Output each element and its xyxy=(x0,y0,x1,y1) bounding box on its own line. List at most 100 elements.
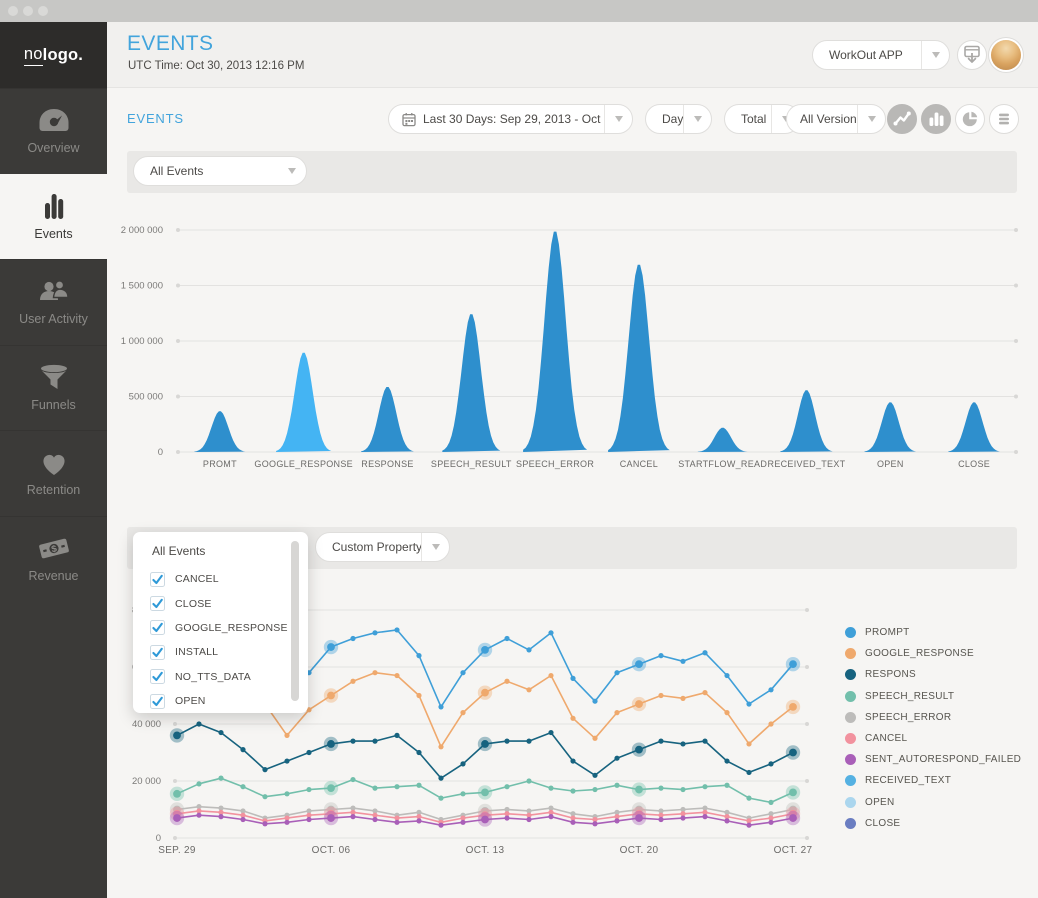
versions-dropdown[interactable]: All Versions xyxy=(786,104,886,134)
trend-line-icon xyxy=(888,105,916,133)
event-option-google_response[interactable]: GOOGLE_RESPONSE xyxy=(133,616,308,640)
export-button[interactable] xyxy=(957,40,987,70)
svg-text:CLOSE: CLOSE xyxy=(958,459,990,469)
chevron-down-icon xyxy=(694,116,702,122)
legend-label: GOOGLE_RESPONSE xyxy=(865,648,974,659)
legend-label: OPEN xyxy=(865,797,895,808)
svg-text:40 000: 40 000 xyxy=(132,719,161,730)
funnel-icon xyxy=(34,364,74,391)
app-window: nologo. Overview EventsUser Activity Funne… xyxy=(0,0,1038,898)
sidebar-item-funnels[interactable]: Funnels xyxy=(0,345,107,431)
calendar-icon xyxy=(402,112,416,127)
page-title: EVENTS xyxy=(127,32,213,56)
checkmark-icon xyxy=(151,695,164,708)
svg-text:2 000 000: 2 000 000 xyxy=(121,225,163,236)
legend-label: RESPONS xyxy=(865,669,916,680)
legend-item-speech_error: SPEECH_ERROR xyxy=(845,707,1035,728)
chevron-down-icon xyxy=(432,544,440,550)
event-option-label: CANCEL xyxy=(175,573,219,585)
sidebar-item-label: Overview xyxy=(27,141,79,155)
window-dot-icon[interactable] xyxy=(23,6,33,16)
granularity-arrow[interactable] xyxy=(683,105,711,133)
view-trend-line-button[interactable] xyxy=(887,104,917,134)
custom-property-arrow[interactable] xyxy=(421,533,449,561)
granularity-dropdown[interactable]: Day xyxy=(645,104,712,134)
custom-property-dropdown[interactable]: Custom Property xyxy=(315,532,450,562)
svg-text:SPEECH_RESULT: SPEECH_RESULT xyxy=(431,459,512,469)
legend-item-prompt: PROMPT xyxy=(845,622,1035,643)
logo-text-bold: logo. xyxy=(43,46,83,65)
sidebar-item-events[interactable]: Events xyxy=(0,174,107,260)
legend-label: PROMPT xyxy=(865,627,910,638)
events-option-list: CANCEL CLOSE GOOGLE_RESPONSE INSTALL NO_TTS_… xyxy=(133,567,308,713)
view-bars-button[interactable] xyxy=(921,104,951,134)
view-list-button[interactable] xyxy=(989,104,1019,134)
legend-item-received_text: RECEIVED_TEXT xyxy=(845,770,1035,791)
event-option-label: OPEN xyxy=(175,695,206,707)
event-option-label: CLOSE xyxy=(175,598,212,610)
date-range-arrow[interactable] xyxy=(604,105,632,133)
legend-item-sent_autorespond_failed: SENT_AUTORESPOND_FAILED xyxy=(845,749,1035,770)
legend-dot-icon xyxy=(845,648,856,659)
svg-text:GOOGLE_RESPONSE: GOOGLE_RESPONSE xyxy=(254,459,353,469)
pie-icon xyxy=(956,105,984,133)
legend-item-close: CLOSE xyxy=(845,813,1035,834)
svg-text:1 000 000: 1 000 000 xyxy=(121,336,163,347)
checkmark-icon xyxy=(151,646,164,659)
sidebar-item-retention[interactable]: Retention xyxy=(0,430,107,516)
versions-arrow[interactable] xyxy=(857,105,885,133)
legend-dot-icon xyxy=(845,712,856,723)
sidebar-item-user-activity[interactable]: User Activity xyxy=(0,259,107,345)
checkbox-checked[interactable] xyxy=(150,572,165,587)
sidebar-item-label: Funnels xyxy=(31,398,75,412)
logo[interactable]: nologo. xyxy=(0,22,107,88)
section-title: EVENTS xyxy=(127,111,184,126)
events-dropdown-panel: All Events CANCELCLOSEGOOGLE_RESPONSEINS… xyxy=(133,532,308,713)
gauge-icon xyxy=(34,107,74,134)
header: EVENTS UTC Time: Oct 30, 2013 12:16 PM W… xyxy=(107,22,1038,88)
svg-text:RESPONSE: RESPONSE xyxy=(361,459,413,469)
window-dot-icon[interactable] xyxy=(38,6,48,16)
svg-text:500 000: 500 000 xyxy=(129,392,163,403)
svg-text:SPEECH_ERROR: SPEECH_ERROR xyxy=(516,459,594,469)
app-selector[interactable]: WorkOut APP xyxy=(812,40,950,70)
download-window-icon xyxy=(958,41,986,69)
event-option-close[interactable]: CLOSE xyxy=(133,591,308,615)
event-option-no_tts_data[interactable]: NO_TTS_DATA xyxy=(133,665,308,689)
checkbox-checked[interactable] xyxy=(150,620,165,635)
sidebar-item-overview[interactable]: Overview xyxy=(0,88,107,174)
event-option-label: INSTALL xyxy=(175,646,218,658)
date-range-dropdown[interactable]: Last 30 Days: Sep 29, 2013 - Oct 27, 201… xyxy=(388,104,633,134)
svg-text:CANCEL: CANCEL xyxy=(620,459,658,469)
window-dot-icon[interactable] xyxy=(8,6,18,16)
all-events-dropdown[interactable]: All Events xyxy=(133,156,307,186)
event-volume-chart: 0500 0001 000 0001 500 0002 000 000PROMT… xyxy=(107,196,1038,486)
view-pie-button[interactable] xyxy=(955,104,985,134)
dropdown-scrollbar[interactable] xyxy=(291,541,299,701)
event-option-label: NO_TTS_DATA xyxy=(175,671,251,683)
users-icon xyxy=(34,278,74,305)
custom-property-value: Custom Property xyxy=(316,540,421,554)
event-option-label: GOOGLE_RESPONSE xyxy=(175,622,288,634)
sidebar-item-revenue[interactable]: $Revenue xyxy=(0,516,107,602)
legend-dot-icon xyxy=(845,669,856,680)
checkbox-checked[interactable] xyxy=(150,694,165,709)
sidebar-nav: Overview EventsUser Activity Funnels Retent… xyxy=(0,88,107,601)
checkbox-checked[interactable] xyxy=(150,596,165,611)
event-option-cancel[interactable]: CANCEL xyxy=(133,567,308,591)
checkbox-checked[interactable] xyxy=(150,669,165,684)
checkbox-checked[interactable] xyxy=(150,645,165,660)
bar-chart-icon xyxy=(34,193,74,220)
legend-item-open: OPEN xyxy=(845,792,1035,813)
svg-text:SEP. 29: SEP. 29 xyxy=(158,845,196,856)
logo-text: no xyxy=(24,45,43,66)
legend-label: RECEIVED_TEXT xyxy=(865,775,951,786)
event-option-open[interactable]: OPEN xyxy=(133,689,308,713)
event-option-install[interactable]: INSTALL xyxy=(133,640,308,664)
svg-text:PROMT: PROMT xyxy=(203,459,237,469)
chevron-down-icon xyxy=(932,52,940,58)
app-selector-arrow[interactable] xyxy=(921,41,949,69)
user-avatar[interactable] xyxy=(991,40,1021,70)
all-events-arrow[interactable] xyxy=(278,157,306,185)
checkmark-icon xyxy=(151,670,164,683)
